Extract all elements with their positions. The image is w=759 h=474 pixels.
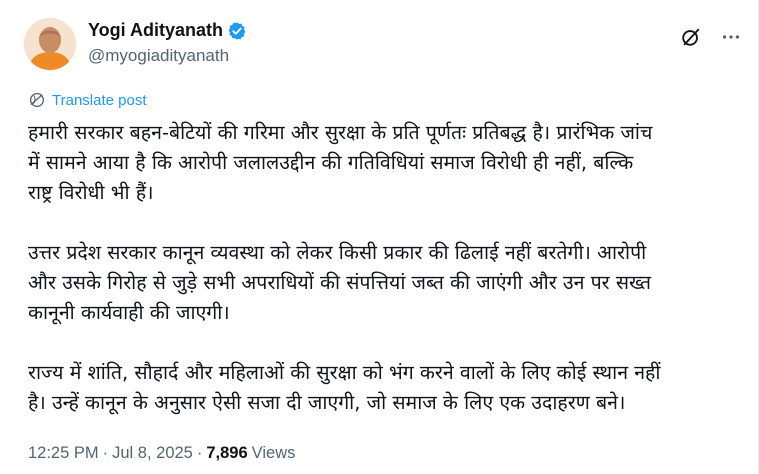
tweet-header: Yogi Adityanath @myogiadityanath [24,14,742,70]
views-label: Views [251,444,296,462]
verified-badge-icon[interactable] [227,21,247,41]
tweet-time[interactable]: 12:25 PM [28,444,99,463]
avatar-image [24,18,76,70]
meta-separator: · [196,444,203,462]
tweet-text: हमारी सरकार बहन-बेटियों की गरिमा और सुरक… [28,118,740,418]
avatar[interactable] [24,18,76,70]
translate-post-link[interactable]: Translate post [28,91,147,109]
tweet-card: Yogi Adityanath @myogiadityanath Transla… [0,0,759,474]
views-count: 7,896 [206,444,248,462]
author-handle[interactable]: @myogiadityanath [88,46,229,66]
author-display-name[interactable]: Yogi Adityanath [88,20,223,41]
author-name-row: Yogi Adityanath [88,20,247,41]
tweet-paragraph: उत्तर प्रदेश सरकार कानून व्यवस्था को लेक… [28,241,652,324]
translate-globe-icon [29,92,45,108]
tweet-meta: 12:25 PM · Jul 8, 2025 · 7,896 Views [28,444,295,463]
header-actions [680,26,742,48]
more-icon[interactable] [720,26,742,48]
meta-separator: · [102,444,109,462]
tweet-paragraph: राज्य में शांति, सौहार्द और महिलाओं की स… [28,361,661,414]
translate-post-label[interactable]: Translate post [52,92,147,109]
grok-icon[interactable] [680,26,702,48]
tweet-paragraph: हमारी सरकार बहन-बेटियों की गरिमा और सुरक… [28,121,653,204]
tweet-date[interactable]: Jul 8, 2025 [112,444,193,463]
